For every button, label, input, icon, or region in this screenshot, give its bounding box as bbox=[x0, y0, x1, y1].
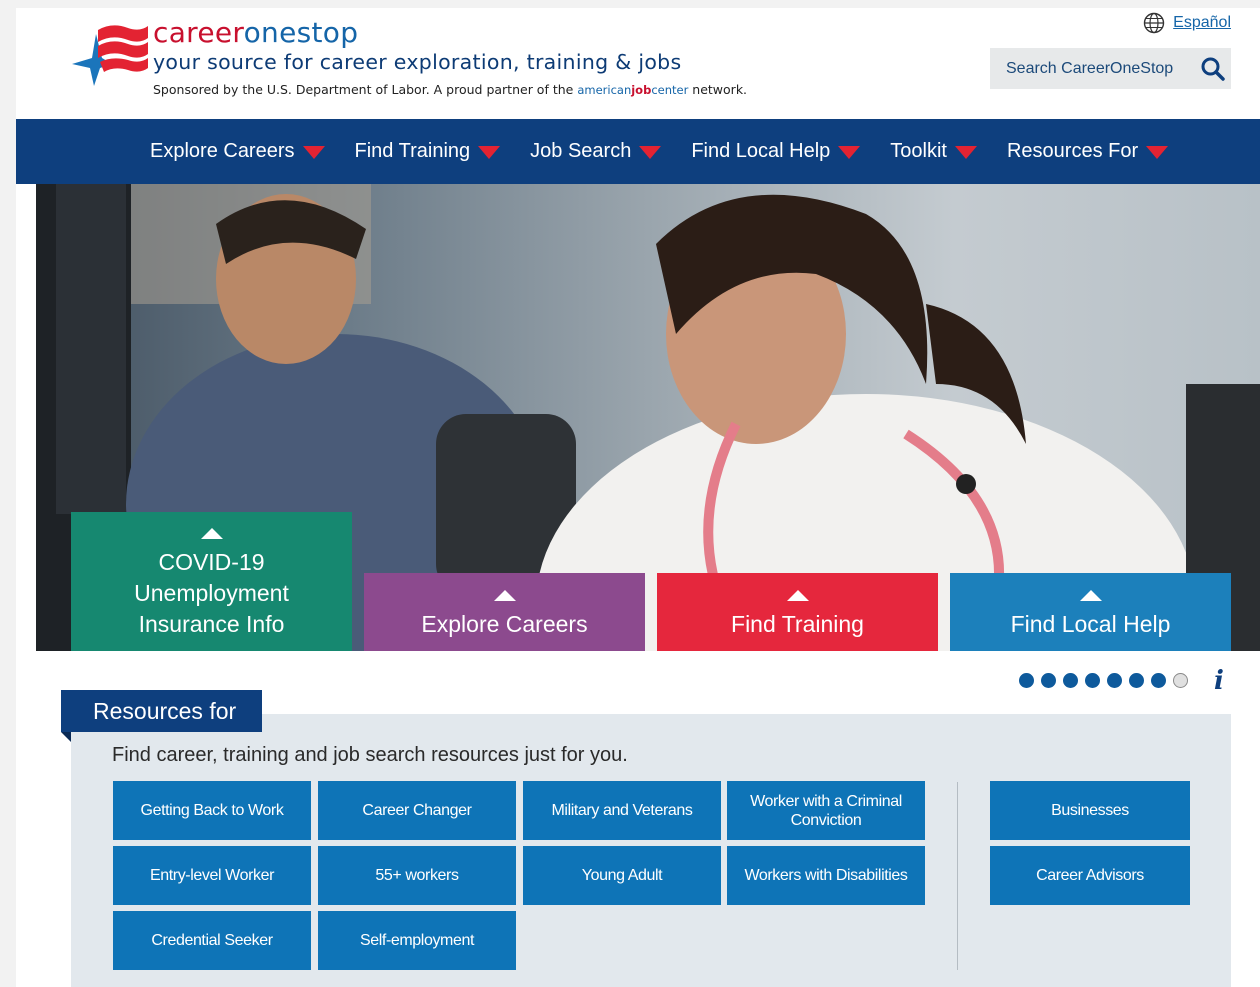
nav-explore-careers[interactable]: Explore Careers bbox=[150, 140, 325, 163]
resource-55-plus-workers[interactable]: 55+ workers bbox=[318, 846, 516, 905]
tile-label: COVID-19 Unemployment Insurance Info bbox=[134, 549, 289, 637]
nav-toolkit[interactable]: Toolkit bbox=[890, 140, 977, 163]
tile-covid-unemployment[interactable]: COVID-19 Unemployment Insurance Info bbox=[71, 512, 352, 651]
carousel-dot-inactive[interactable] bbox=[1173, 673, 1188, 688]
resources-divider bbox=[957, 782, 958, 970]
expand-up-icon bbox=[786, 590, 809, 601]
resource-career-changer[interactable]: Career Changer bbox=[318, 781, 516, 840]
tab-fold-decoration bbox=[61, 732, 71, 742]
tile-label: Explore Careers bbox=[421, 611, 588, 637]
tile-label: Find Training bbox=[731, 611, 864, 637]
carousel-dot[interactable] bbox=[1151, 673, 1166, 688]
resource-career-advisors[interactable]: Career Advisors bbox=[990, 846, 1190, 905]
dropdown-arrow-icon bbox=[838, 146, 861, 159]
dropdown-arrow-icon bbox=[639, 146, 662, 159]
sponsor-suffix: network. bbox=[692, 82, 748, 97]
tile-explore-careers[interactable]: Explore Careers bbox=[364, 573, 645, 651]
sponsor-prefix: Sponsored by the U.S. Department of Labo… bbox=[153, 82, 574, 97]
resource-workers-disabilities[interactable]: Workers with Disabilities bbox=[727, 846, 925, 905]
brand-part2: onestop bbox=[243, 16, 359, 49]
expand-up-icon bbox=[493, 590, 516, 601]
sponsor-line: Sponsored by the U.S. Department of Labo… bbox=[153, 82, 747, 97]
carousel-dot[interactable] bbox=[1041, 673, 1056, 688]
dropdown-arrow-icon bbox=[954, 146, 977, 159]
nav-resources-for[interactable]: Resources For bbox=[1006, 140, 1169, 163]
resource-self-employment[interactable]: Self-employment bbox=[318, 911, 516, 970]
nav-label: Find Training bbox=[354, 140, 471, 162]
resource-criminal-conviction[interactable]: Worker with a Criminal Conviction bbox=[727, 781, 925, 840]
search-box bbox=[990, 48, 1231, 89]
page: careeronestop your source for career exp… bbox=[16, 8, 1260, 987]
resource-young-adult[interactable]: Young Adult bbox=[523, 846, 721, 905]
tagline: your source for career exploration, trai… bbox=[153, 50, 682, 74]
resource-entry-level-worker[interactable]: Entry-level Worker bbox=[113, 846, 311, 905]
brand-part1: career bbox=[153, 16, 244, 49]
carousel-dot[interactable] bbox=[1063, 673, 1078, 688]
tile-label: Find Local Help bbox=[1010, 611, 1171, 637]
nav-find-local-help[interactable]: Find Local Help bbox=[691, 140, 861, 163]
american-job-center-logo[interactable]: americanjobcenter bbox=[577, 83, 688, 97]
nav-find-training[interactable]: Find Training bbox=[355, 140, 501, 163]
hero-banner: COVID-19 Unemployment Insurance Info Exp… bbox=[36, 184, 1260, 651]
resource-military-veterans[interactable]: Military and Veterans bbox=[523, 781, 721, 840]
site-header: careeronestop your source for career exp… bbox=[16, 8, 1260, 119]
brand-name[interactable]: careeronestop bbox=[153, 16, 358, 49]
globe-icon bbox=[1143, 12, 1165, 34]
search-icon[interactable] bbox=[1200, 56, 1226, 82]
carousel-dot[interactable] bbox=[1129, 673, 1144, 688]
nav-label: Toolkit bbox=[890, 140, 947, 162]
nav-label: Find Local Help bbox=[691, 140, 831, 162]
info-icon[interactable]: i bbox=[1214, 666, 1224, 696]
resources-tab-title: Resources for bbox=[61, 690, 262, 732]
expand-up-icon bbox=[1079, 590, 1102, 601]
nav-label: Job Search bbox=[530, 140, 632, 162]
dropdown-arrow-icon bbox=[1146, 146, 1169, 159]
dropdown-arrow-icon bbox=[478, 146, 501, 159]
carousel-dot[interactable] bbox=[1107, 673, 1122, 688]
nav-label: Explore Careers bbox=[150, 140, 295, 162]
resource-getting-back-to-work[interactable]: Getting Back to Work bbox=[113, 781, 311, 840]
resources-intro: Find career, training and job search res… bbox=[112, 744, 628, 766]
tile-find-local-help[interactable]: Find Local Help bbox=[950, 573, 1231, 651]
dropdown-arrow-icon bbox=[302, 146, 325, 159]
carousel-dot[interactable] bbox=[1019, 673, 1034, 688]
careeronestop-logo-icon[interactable] bbox=[72, 20, 152, 86]
expand-up-icon bbox=[200, 528, 223, 539]
ajc-part1: american bbox=[577, 83, 632, 97]
tile-find-training[interactable]: Find Training bbox=[657, 573, 938, 651]
nav-label: Resources For bbox=[1006, 140, 1139, 162]
resource-businesses[interactable]: Businesses bbox=[990, 781, 1190, 840]
nav-job-search[interactable]: Job Search bbox=[530, 140, 662, 163]
language-switch[interactable]: Español bbox=[1143, 12, 1231, 34]
ajc-part2: job bbox=[631, 83, 652, 97]
espanol-link[interactable]: Español bbox=[1173, 14, 1231, 32]
main-nav: Explore Careers Find Training Job Search… bbox=[16, 119, 1260, 184]
ajc-part3: center bbox=[651, 83, 689, 97]
carousel-dots bbox=[1019, 673, 1188, 688]
carousel-dot[interactable] bbox=[1085, 673, 1100, 688]
search-input[interactable] bbox=[1004, 58, 1188, 79]
resource-credential-seeker[interactable]: Credential Seeker bbox=[113, 911, 311, 970]
